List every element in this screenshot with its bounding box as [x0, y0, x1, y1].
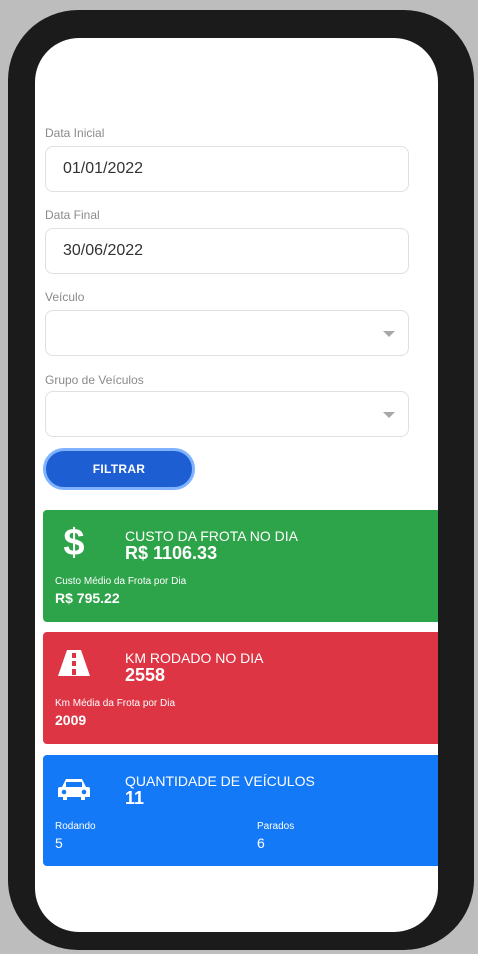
fleet-cost-value: R$ 1106.33 [125, 543, 218, 563]
end-date-input[interactable]: 30/06/2022 [45, 228, 409, 274]
stopped-value: 6 [257, 835, 265, 851]
start-date-label: Data Inicial [45, 126, 105, 140]
start-date-value: 01/01/2022 [63, 160, 144, 177]
fleet-avg-cost-value: R$ 795.22 [55, 590, 120, 606]
fleet-avg-cost-label: Custo Médio da Frota por Dia [55, 576, 187, 587]
km-driven-value: 2558 [125, 665, 166, 685]
mute-switch [11, 138, 20, 174]
end-date-value: 30/06/2022 [63, 242, 144, 259]
volume-down-button [11, 293, 20, 361]
app-screen: Data Inicial 01/01/2022 Data Final 30/06… [35, 38, 438, 932]
vehicle-count-card: QUANTIDADE DE VEÍCULOS 11 Rodando 5 Para… [43, 755, 438, 866]
car-icon [58, 779, 90, 800]
fleet-cost-card: $ CUSTO DA FROTA NO DIA R$ 1106.33 Custo… [43, 510, 438, 622]
volume-up-button [11, 206, 20, 274]
km-driven-card: KM RODADO NO DIA 2558 Km Média da Frota … [43, 632, 438, 744]
vehicle-count-value: 11 [125, 788, 145, 808]
fleet-cost-title: CUSTO DA FROTA NO DIA [125, 528, 298, 544]
start-date-input[interactable]: 01/01/2022 [45, 146, 409, 192]
end-date-label: Data Final [45, 208, 100, 222]
vehicle-select[interactable] [45, 310, 409, 356]
filter-button[interactable]: FILTRAR [43, 448, 195, 490]
running-value: 5 [55, 835, 63, 851]
vehicle-group-select[interactable] [45, 391, 409, 437]
vehicle-label: Veículo [45, 290, 85, 304]
chevron-down-icon [383, 331, 395, 337]
km-avg-value: 2009 [55, 712, 87, 728]
vehicle-count-title: QUANTIDADE DE VEÍCULOS [125, 773, 315, 789]
km-driven-title: KM RODADO NO DIA [125, 650, 264, 666]
vehicle-group-label: Grupo de Veículos [45, 373, 144, 387]
chevron-down-icon [383, 412, 395, 418]
km-avg-label: Km Média da Frota por Dia [55, 698, 176, 709]
stopped-label: Parados [257, 821, 295, 832]
dollar-icon: $ [63, 522, 84, 560]
running-label: Rodando [55, 821, 96, 832]
svg-text:$: $ [63, 522, 84, 560]
road-icon [58, 650, 90, 676]
